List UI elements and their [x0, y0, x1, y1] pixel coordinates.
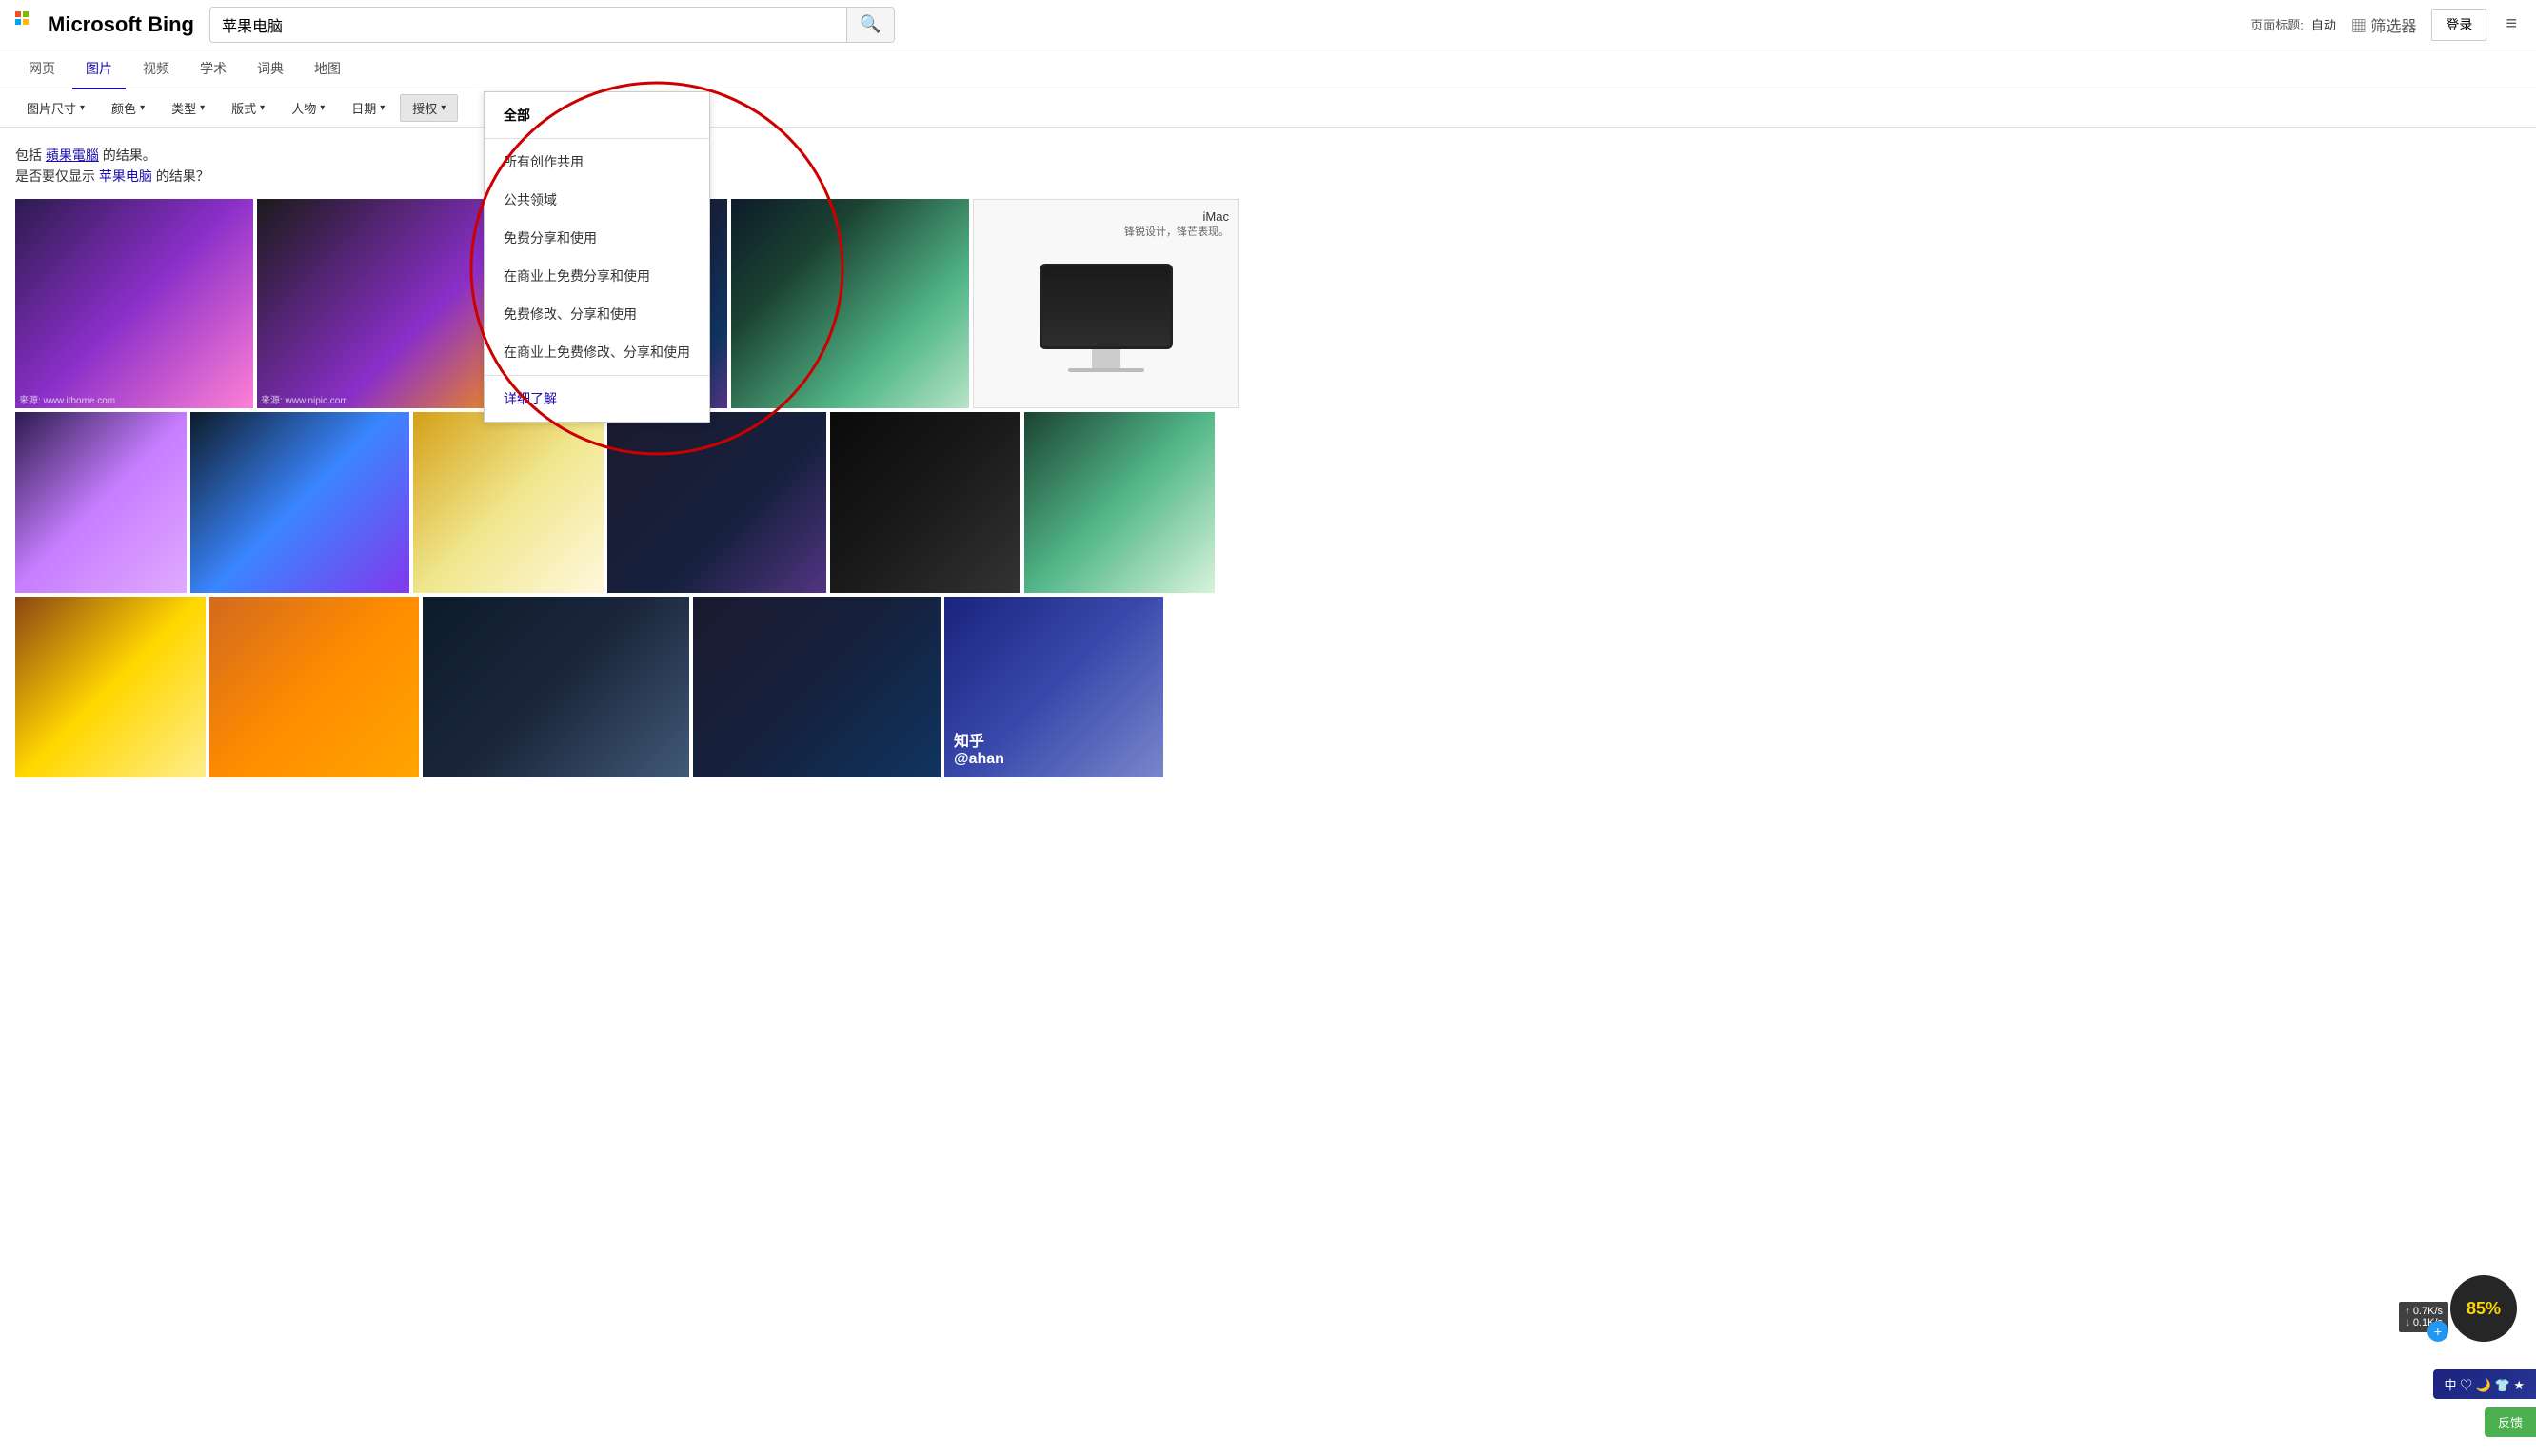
- filter-type[interactable]: 类型 ▾: [160, 95, 216, 121]
- filter-color[interactable]: 颜色 ▾: [100, 95, 156, 121]
- image-source: 来源: www.ithome.com: [19, 392, 115, 406]
- image-results: 包括 蘋果電腦 的结果。 是否要仅显示 苹果电脑 的结果？ 来源: www.it…: [15, 137, 2521, 781]
- dropdown-item-free-modify-commercial[interactable]: 在商业上免费修改、分享和使用: [485, 333, 709, 371]
- login-button[interactable]: 登录: [2431, 9, 2486, 41]
- nav-tabs: 网页 图片 视频 学术 词典 地图: [0, 49, 2536, 89]
- image-row-1: 来源: www.ithome.com 来源: www.nipic.com iMa…: [15, 199, 2521, 408]
- dropdown-item-all[interactable]: 全部: [485, 96, 709, 134]
- chevron-size: ▾: [80, 103, 85, 113]
- dropdown-learn-more[interactable]: 详细了解: [485, 380, 709, 418]
- main-content: 包括 蘋果電腦 的结果。 是否要仅显示 苹果电脑 的结果？ 来源: www.it…: [0, 128, 2536, 791]
- bing-logo[interactable]: Microsoft Bing: [15, 11, 194, 38]
- zhihu-watermark: 知乎 @ahan: [954, 728, 1030, 768]
- dropdown-item-free-modify[interactable]: 免费修改、分享和使用: [485, 295, 709, 333]
- image-item[interactable]: [423, 597, 689, 777]
- header: Microsoft Bing 🔍 页面标题: 自动 ▦ 筛选器 登录 ≡: [0, 0, 2536, 49]
- license-dropdown: 全部 所有创作共用 公共领域 免费分享和使用 在商业上免费分享和使用 免费修改、…: [484, 91, 710, 423]
- image-item[interactable]: [731, 199, 969, 408]
- image-item[interactable]: [190, 412, 409, 593]
- filter-bar: 图片尺寸 ▾ 颜色 ▾ 类型 ▾ 版式 ▾ 人物 ▾ 日期 ▾ 授权 ▾: [0, 89, 2536, 128]
- speed-widget: 85%: [2450, 1275, 2517, 1342]
- image-item[interactable]: [1024, 412, 1215, 593]
- search-icon: 🔍: [860, 14, 881, 34]
- filter-icon[interactable]: ▦ 筛选器: [2351, 13, 2416, 36]
- page-title-area: 页面标题: 自动: [2250, 15, 2336, 33]
- dropdown-divider: [485, 138, 709, 139]
- query-link[interactable]: 蘋果電腦: [46, 148, 99, 163]
- image-item[interactable]: [413, 412, 604, 593]
- tab-web[interactable]: 网页: [15, 49, 69, 89]
- image-row-3: 知乎 @ahan: [15, 597, 2521, 777]
- show-only-text: 是否要仅显示: [15, 168, 99, 184]
- image-item[interactable]: [830, 412, 1020, 593]
- tab-academic[interactable]: 学术: [187, 49, 240, 89]
- search-button[interactable]: 🔍: [846, 8, 894, 42]
- page-title-value[interactable]: 自动: [2311, 15, 2336, 33]
- dropdown-item-public-domain[interactable]: 公共领域: [485, 181, 709, 219]
- filter-people[interactable]: 人物 ▾: [280, 95, 336, 121]
- bing-logo-icon: [15, 11, 42, 38]
- dropdown-item-free-share[interactable]: 免费分享和使用: [485, 219, 709, 257]
- image-row-2: [15, 412, 2521, 593]
- dropdown-divider-2: [485, 375, 709, 376]
- image-item[interactable]: iMac 锋锐设计，锋芒表现。: [973, 199, 1239, 408]
- filter-size[interactable]: 图片尺寸 ▾: [15, 95, 96, 121]
- chevron-color: ▾: [140, 103, 145, 113]
- weather-widget[interactable]: 中 ♡ 🌙 👕 ★: [2433, 1369, 2536, 1399]
- dropdown-item-creative-commons[interactable]: 所有创作共用: [485, 143, 709, 181]
- mid-text: 的结果。: [103, 148, 156, 163]
- chevron-license: ▾: [441, 103, 446, 113]
- up-speed: ↑ 0.7K/s: [2405, 1306, 2443, 1317]
- tab-images[interactable]: 图片: [72, 49, 126, 89]
- tab-dict[interactable]: 词典: [244, 49, 297, 89]
- tab-map[interactable]: 地图: [301, 49, 354, 89]
- filter-date[interactable]: 日期 ▾: [340, 95, 396, 121]
- chevron-format: ▾: [260, 103, 265, 113]
- image-item[interactable]: [209, 597, 419, 777]
- speed-percentage: 85%: [2467, 1299, 2501, 1319]
- filter-license[interactable]: 授权 ▾: [400, 94, 458, 122]
- filter-format[interactable]: 版式 ▾: [220, 95, 276, 121]
- weather-text: 中 ♡ 🌙 👕 ★: [2445, 1375, 2525, 1393]
- includes-text: 包括: [15, 148, 46, 163]
- menu-button[interactable]: ≡: [2502, 10, 2521, 39]
- add-button[interactable]: +: [2427, 1321, 2448, 1342]
- chevron-type: ▾: [200, 103, 205, 113]
- feedback-button[interactable]: 反馈: [2485, 1407, 2536, 1437]
- image-item[interactable]: [693, 597, 941, 777]
- chevron-people: ▾: [320, 103, 325, 113]
- image-item[interactable]: [607, 412, 826, 593]
- search-input[interactable]: [210, 8, 846, 42]
- header-right: 页面标题: 自动 ▦ 筛选器 登录 ≡: [2250, 9, 2521, 41]
- search-bar: 🔍: [209, 7, 895, 43]
- image-source: 来源: www.nipic.com: [261, 392, 348, 406]
- dropdown-item-free-share-commercial[interactable]: 在商业上免费分享和使用: [485, 257, 709, 295]
- image-item[interactable]: [15, 597, 206, 777]
- chevron-date: ▾: [380, 103, 385, 113]
- alt-query-link[interactable]: 苹果电脑: [99, 168, 152, 184]
- image-item[interactable]: [15, 412, 187, 593]
- hamburger-icon: ≡: [2506, 13, 2517, 34]
- image-item[interactable]: 来源: www.ithome.com: [15, 199, 253, 408]
- result-info: 包括 蘋果電腦 的结果。 是否要仅显示 苹果电脑 的结果？: [15, 137, 2521, 199]
- end-text: 的结果？: [156, 168, 209, 184]
- page-title-label: 页面标题:: [2250, 15, 2304, 33]
- tab-video[interactable]: 视频: [129, 49, 183, 89]
- image-item[interactable]: 知乎 @ahan: [944, 597, 1163, 777]
- bing-logo-text: Microsoft Bing: [48, 12, 194, 37]
